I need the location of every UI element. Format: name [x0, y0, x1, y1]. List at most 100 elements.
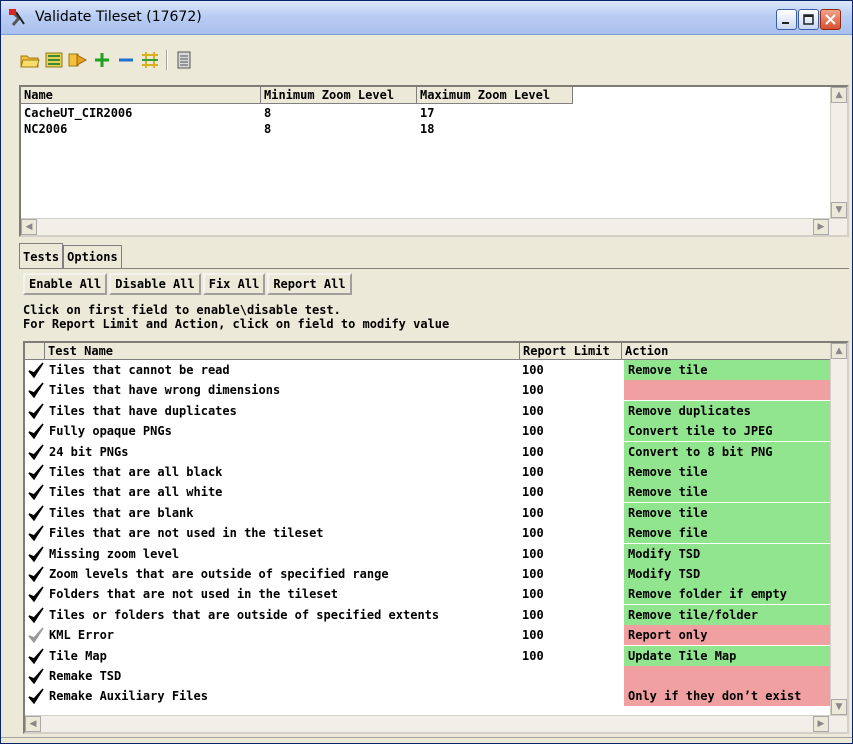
test-row[interactable]: Tiles that are blank 100 Remove tile — [25, 502, 839, 523]
report-limit[interactable]: 100 — [522, 503, 544, 523]
checkmark-icon[interactable] — [27, 606, 45, 624]
action-cell[interactable]: Remove tile/folder — [624, 604, 834, 625]
open-folder-button[interactable] — [19, 49, 41, 71]
forward-button[interactable] — [67, 49, 89, 71]
action-cell[interactable]: Update Tile Map — [624, 645, 834, 666]
checkmark-icon[interactable] — [27, 687, 45, 705]
column-header-report-limit[interactable]: Report Limit — [520, 343, 622, 360]
test-row[interactable]: Zoom levels that are outside of specifie… — [25, 564, 839, 584]
action-cell[interactable]: Modify TSD — [624, 564, 834, 584]
column-header-action[interactable]: Action — [622, 343, 834, 360]
grid-button[interactable] — [139, 49, 161, 71]
tab-options[interactable]: Options — [63, 245, 122, 269]
maximize-button[interactable] — [798, 9, 819, 30]
action-cell[interactable]: Convert to 8 bit PNG — [624, 441, 834, 462]
test-row[interactable]: Tiles that cannot be read 100 Remove tile — [25, 360, 839, 380]
report-limit[interactable]: 100 — [522, 544, 544, 564]
checkmark-icon[interactable] — [27, 483, 45, 501]
action-cell[interactable]: Remove tile — [624, 502, 834, 523]
action-cell[interactable]: Only if they don’t exist — [624, 686, 834, 707]
test-row[interactable]: Remake TSD — [25, 666, 839, 686]
tileset-vertical-scrollbar[interactable]: ▲ ▼ — [830, 87, 847, 218]
scroll-up-button[interactable]: ▲ — [831, 87, 847, 103]
test-row[interactable]: Tiles or folders that are outside of spe… — [25, 604, 839, 625]
scroll-left-button[interactable]: ◀ — [21, 219, 37, 235]
checkmark-icon[interactable] — [27, 361, 45, 379]
column-header-test-name[interactable]: Test Name — [45, 343, 520, 360]
report-limit[interactable]: 100 — [522, 564, 544, 584]
checkmark-icon[interactable] — [27, 402, 45, 420]
title-bar[interactable]: Validate Tileset (17672) — [1, 1, 852, 35]
report-limit[interactable]: 100 — [522, 401, 544, 421]
action-cell[interactable] — [624, 380, 834, 401]
fix-all-button[interactable]: Fix All — [202, 273, 266, 295]
report-limit[interactable]: 100 — [522, 646, 544, 666]
checkmark-icon[interactable] — [27, 667, 45, 685]
scroll-left-button[interactable]: ◀ — [25, 716, 41, 732]
test-row[interactable]: Tiles that have duplicates 100 Remove dupl… — [25, 400, 839, 421]
report-limit[interactable]: 100 — [522, 625, 544, 645]
disable-all-button[interactable]: Disable All — [109, 273, 201, 295]
report-limit[interactable]: 100 — [522, 442, 544, 462]
action-cell[interactable]: Modify TSD — [624, 543, 834, 564]
document-button[interactable] — [173, 49, 195, 71]
action-cell[interactable]: Remove folder if empty — [624, 584, 834, 605]
checkmark-icon[interactable] — [27, 626, 45, 644]
column-header-max-zoom[interactable]: Maximum Zoom Level — [417, 87, 573, 104]
column-header-min-zoom[interactable]: Minimum Zoom Level — [261, 87, 417, 104]
test-row[interactable]: Tiles that have wrong dimensions 100 — [25, 380, 839, 401]
report-limit[interactable]: 100 — [522, 421, 544, 441]
checkmark-icon[interactable] — [27, 565, 45, 583]
checkmark-icon[interactable] — [27, 524, 45, 542]
test-row[interactable]: Folders that are not used in the tileset… — [25, 584, 839, 605]
close-button[interactable] — [820, 9, 841, 30]
checkmark-icon[interactable] — [27, 545, 45, 563]
checkmark-icon[interactable] — [27, 422, 45, 440]
checkmark-icon[interactable] — [27, 463, 45, 481]
checkmark-icon[interactable] — [27, 647, 45, 665]
test-row[interactable]: KML Error 100 Report only — [25, 625, 839, 646]
enable-all-button[interactable]: Enable All — [23, 273, 108, 295]
minimize-button[interactable] — [776, 9, 797, 30]
tests-horizontal-scrollbar[interactable]: ◀ ▶ — [25, 715, 847, 732]
tileset-horizontal-scrollbar[interactable]: ◀ ▶ — [21, 218, 847, 235]
checkmark-icon[interactable] — [27, 381, 45, 399]
action-cell[interactable]: Remove tile — [624, 482, 834, 503]
scroll-right-button[interactable]: ▶ — [813, 219, 829, 235]
column-header-name[interactable]: Name — [21, 87, 261, 104]
report-limit[interactable]: 100 — [522, 482, 544, 502]
action-cell[interactable]: Report only — [624, 625, 834, 646]
action-cell[interactable]: Remove file — [624, 523, 834, 544]
import-button[interactable] — [43, 49, 65, 71]
action-cell[interactable] — [624, 666, 834, 686]
test-row[interactable]: 24 bit PNGs 100 Convert to 8 bit PNG — [25, 441, 839, 462]
tests-table[interactable]: Test Name Report Limit Action Tiles that… — [23, 341, 849, 734]
tileset-list[interactable]: Name Minimum Zoom Level Maximum Zoom Lev… — [19, 85, 849, 237]
action-cell[interactable]: Remove duplicates — [624, 400, 834, 421]
scroll-down-button[interactable]: ▼ — [831, 202, 847, 218]
scroll-right-button[interactable]: ▶ — [813, 716, 829, 732]
add-button[interactable] — [91, 49, 113, 71]
scroll-down-button[interactable]: ▼ — [831, 699, 847, 715]
checkmark-icon[interactable] — [27, 504, 45, 522]
test-row[interactable]: Missing zoom level 100 Modify TSD — [25, 543, 839, 564]
action-cell[interactable]: Convert tile to JPEG — [624, 421, 834, 442]
checkmark-icon[interactable] — [27, 585, 45, 603]
test-row[interactable]: Tiles that are all black 100 Remove tile — [25, 462, 839, 482]
test-row[interactable]: Fully opaque PNGs 100 Convert tile to JPEG — [25, 421, 839, 442]
checkmark-icon[interactable] — [27, 443, 45, 461]
action-cell[interactable]: Remove tile — [624, 360, 834, 380]
action-cell[interactable]: Remove tile — [624, 462, 834, 482]
report-limit[interactable]: 100 — [522, 584, 544, 604]
report-limit[interactable]: 100 — [522, 605, 544, 625]
tab-tests[interactable]: Tests — [19, 243, 64, 269]
test-row[interactable]: Files that are not used in the tileset 10… — [25, 523, 839, 544]
tests-vertical-scrollbar[interactable]: ▲ ▼ — [830, 343, 847, 715]
remove-button[interactable] — [115, 49, 137, 71]
report-limit[interactable]: 100 — [522, 462, 544, 482]
test-row[interactable]: Tiles that are all white 100 Remove tile — [25, 482, 839, 503]
report-all-button[interactable]: Report All — [267, 273, 352, 295]
test-row[interactable]: Tile Map 100 Update Tile Map — [25, 645, 839, 666]
report-limit[interactable]: 100 — [522, 360, 544, 380]
report-limit[interactable]: 100 — [522, 523, 544, 543]
